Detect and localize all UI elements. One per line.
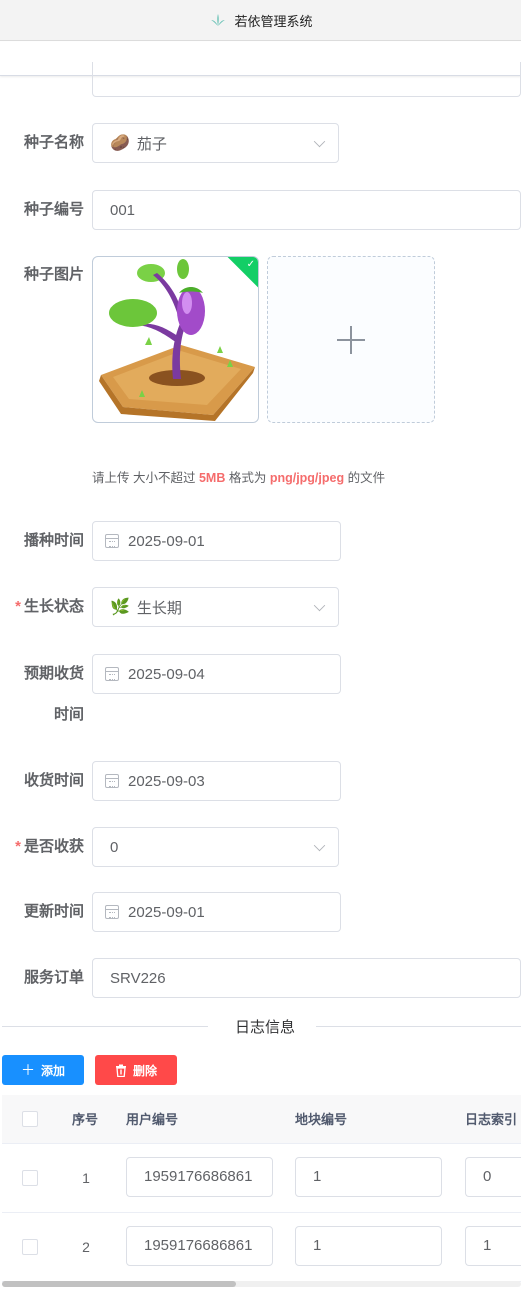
growth-status-label: * 生长状态 bbox=[0, 587, 84, 627]
seed-code-input[interactable]: 001 bbox=[92, 190, 521, 230]
table-horizontal-scrollbar[interactable] bbox=[2, 1281, 521, 1287]
chevron-down-icon bbox=[313, 839, 326, 852]
column-header-index: 序号 bbox=[72, 1112, 99, 1127]
seed-code-label: 种子编号 bbox=[23, 201, 84, 218]
check-icon: ✓ bbox=[246, 259, 255, 270]
service-order-input[interactable]: SRV226 bbox=[92, 958, 521, 998]
uploaded-image-card[interactable]: ✓ bbox=[92, 256, 259, 423]
app-header: 若依管理系统 bbox=[0, 0, 521, 41]
delete-log-button[interactable]: 删除 bbox=[95, 1055, 177, 1085]
row-checkbox[interactable] bbox=[22, 1239, 38, 1255]
service-order-value: SRV226 bbox=[110, 969, 166, 987]
expected-harvest-label-line2: 时间 bbox=[53, 706, 84, 723]
sow-time-value: 2025-09-01 bbox=[128, 532, 205, 550]
column-header-plot-id: 地块编号 bbox=[295, 1112, 348, 1127]
chevron-down-icon bbox=[313, 135, 326, 148]
log-index-input[interactable]: 0 bbox=[465, 1157, 521, 1197]
sow-time-label: 播种时间 bbox=[23, 532, 84, 549]
is-harvested-value: 0 bbox=[110, 838, 119, 856]
update-time-label: 更新时间 bbox=[23, 903, 84, 920]
upload-tip: 请上传 大小不超过 5MB 格式为 png/jpg/jpeg 的文件 bbox=[92, 467, 385, 486]
growth-status-select[interactable]: 🌿 生长期 bbox=[92, 587, 339, 627]
row-checkbox[interactable] bbox=[22, 1170, 38, 1186]
upload-tip-middle: 格式为 bbox=[225, 471, 270, 485]
table-row: 2 1959176686861 1 1 bbox=[2, 1213, 521, 1282]
seed-name-label: 种子名称 bbox=[23, 134, 84, 151]
harvest-time-picker[interactable]: 2025-09-03 bbox=[92, 761, 341, 801]
add-log-button[interactable]: ＋ 添加 bbox=[2, 1055, 84, 1085]
calendar-icon bbox=[105, 534, 119, 548]
select-all-checkbox[interactable] bbox=[22, 1111, 38, 1127]
calendar-icon bbox=[105, 774, 119, 788]
divider-line-right bbox=[316, 1026, 521, 1027]
add-log-button-label: 添加 bbox=[40, 1063, 65, 1078]
calendar-icon bbox=[105, 667, 119, 681]
upload-tip-formats: png/jpg/jpeg bbox=[269, 471, 345, 485]
row-index: 1 bbox=[82, 1170, 90, 1186]
seed-image-label: 种子图片 bbox=[23, 266, 84, 283]
chevron-down-icon bbox=[313, 599, 326, 612]
upload-add-button[interactable] bbox=[267, 256, 435, 423]
log-table-header: 序号 用户编号 地块编号 日志索引 bbox=[2, 1095, 521, 1144]
expected-harvest-picker[interactable]: 2025-09-04 bbox=[92, 654, 341, 694]
logo-icon bbox=[211, 14, 226, 26]
plot-code-input[interactable] bbox=[92, 62, 521, 97]
herb-emoji-icon: 🌿 bbox=[110, 599, 130, 616]
seed-name-value: 茄子 bbox=[136, 135, 167, 153]
user-id-input[interactable]: 1959176686861 bbox=[126, 1226, 273, 1266]
upload-tip-suffix: 的文件 bbox=[344, 471, 386, 485]
delete-log-button-label: 删除 bbox=[132, 1063, 157, 1078]
expected-harvest-value: 2025-09-04 bbox=[128, 665, 205, 683]
plus-icon: ＋ bbox=[20, 1062, 35, 1078]
is-harvested-label: * 是否收获 bbox=[0, 827, 84, 867]
row-index: 2 bbox=[82, 1239, 90, 1255]
log-index-input[interactable]: 1 bbox=[465, 1226, 521, 1266]
harvest-time-label: 收货时间 bbox=[23, 772, 84, 789]
column-header-log-index: 日志索引 bbox=[465, 1112, 518, 1127]
trash-icon bbox=[115, 1064, 126, 1077]
growth-status-value: 生长期 bbox=[136, 599, 182, 617]
harvest-time-value: 2025-09-03 bbox=[128, 772, 205, 790]
is-harvested-label-text: 是否收获 bbox=[23, 838, 84, 855]
seed-code-value: 001 bbox=[110, 201, 136, 219]
calendar-icon bbox=[105, 905, 119, 919]
upload-tip-prefix: 请上传 大小不超过 bbox=[92, 471, 199, 485]
plot-id-input[interactable]: 1 bbox=[295, 1226, 442, 1266]
service-order-label: 服务订单 bbox=[23, 969, 84, 986]
update-time-value: 2025-09-01 bbox=[128, 903, 205, 921]
divider-line-left bbox=[2, 1026, 208, 1027]
is-harvested-select[interactable]: 0 bbox=[92, 827, 339, 867]
app-title: 若依管理系统 bbox=[234, 13, 313, 29]
expected-harvest-label-line1: 预期收货 bbox=[23, 665, 84, 682]
eggplant-plant-image bbox=[99, 259, 255, 421]
required-marker: * bbox=[15, 598, 21, 615]
plot-id-input[interactable]: 1 bbox=[295, 1157, 442, 1197]
sow-time-picker[interactable]: 2025-09-01 bbox=[92, 521, 341, 561]
column-header-user-id: 用户编号 bbox=[126, 1112, 179, 1127]
update-time-picker[interactable]: 2025-09-01 bbox=[92, 892, 341, 932]
table-row: 1 1959176686861 1 0 bbox=[2, 1144, 521, 1213]
scrollbar-thumb[interactable] bbox=[2, 1281, 236, 1287]
log-section-title: 日志信息 bbox=[222, 1016, 308, 1037]
plus-icon bbox=[337, 325, 365, 354]
seed-emoji-icon: 🥔 bbox=[110, 135, 130, 152]
seed-name-select[interactable]: 🥔 茄子 bbox=[92, 123, 339, 163]
upload-tip-size: 5MB bbox=[198, 471, 226, 485]
growth-status-label-text: 生长状态 bbox=[23, 598, 84, 615]
required-marker: * bbox=[15, 838, 21, 855]
user-id-input[interactable]: 1959176686861 bbox=[126, 1157, 273, 1197]
